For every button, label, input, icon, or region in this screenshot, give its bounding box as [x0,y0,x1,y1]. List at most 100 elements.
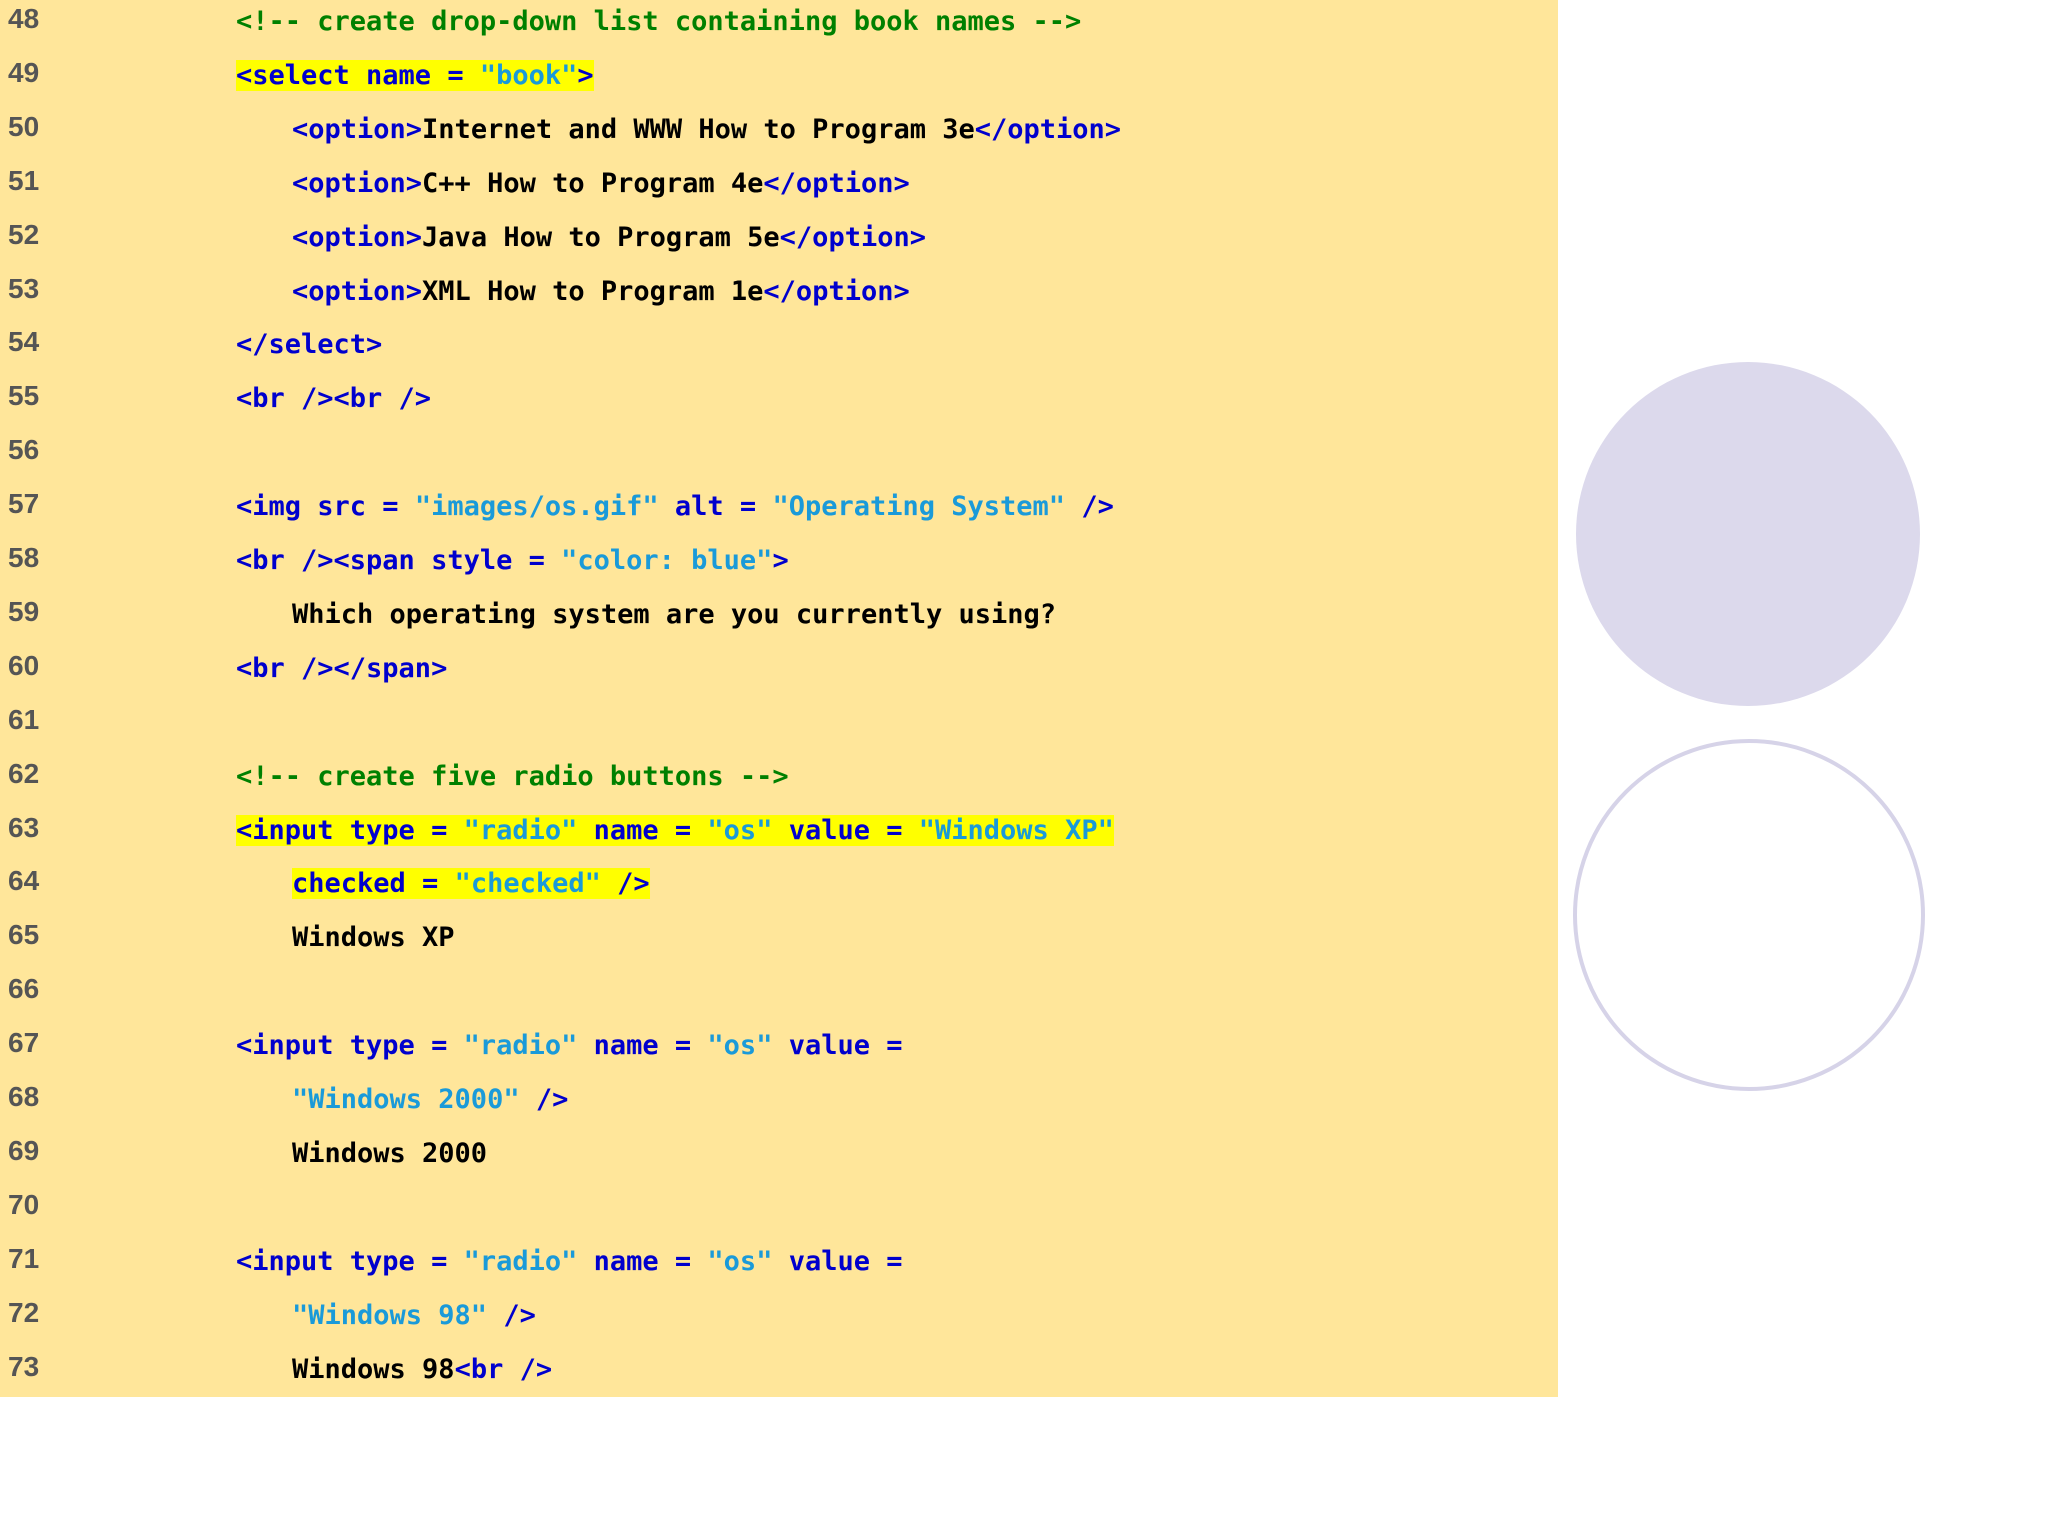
code-token: XML How to Program 1e [422,276,764,307]
code-token: name = [577,1246,708,1277]
code-line: 52 <option>Java How to Program 5e</option… [0,218,1558,272]
code-text: Windows 98<br /> [292,1353,552,1387]
line-number: 67 [8,1027,40,1058]
code-token: "os" [707,1246,773,1277]
line-number: 51 [8,165,40,196]
code-token: <br /><br /> [236,383,432,414]
code-token: <option> [292,222,423,253]
code-token: <br /><span style = [236,545,562,576]
code-token: C++ How to Program 4e [422,168,764,199]
code-text: <!-- create five radio buttons --> [236,760,789,794]
code-line: 53 <option>XML How to Program 1e</option> [0,272,1558,326]
line-number: 58 [8,542,40,573]
line-number: 59 [8,596,40,627]
code-line: 58 <br /><span style = "color: blue"> [0,541,1558,595]
code-text: <option>XML How to Program 1e</option> [292,275,910,309]
code-token: Java How to Program 5e [422,222,780,253]
code-line: 49 <select name = "book"> [0,56,1558,110]
code-token: Internet and WWW How to Program 3e [422,114,975,145]
code-token: Windows XP [292,922,455,953]
code-token: "Windows 2000" [292,1084,520,1115]
code-text: <img src = "images/os.gif" alt = "Operat… [236,490,1114,524]
code-line: 69 Windows 2000 [0,1134,1558,1188]
code-text: <input type = "radio" name = "os" value … [236,1029,903,1063]
code-text: <br /><br /> [236,382,431,416]
code-line: 51 <option>C++ How to Program 4e</option> [0,164,1558,218]
code-line: 63 <input type = "radio" name = "os" valu… [0,811,1558,865]
code-token: "Windows 98" [292,1300,488,1331]
code-line: 56 [0,433,1558,487]
code-token: </select> [236,329,383,360]
code-token: </option> [974,114,1122,145]
code-token: <!-- create drop-down list containing bo… [236,6,1082,37]
code-text: <option>Java How to Program 5e</option> [292,221,926,255]
code-token: <br /></span> [236,653,448,684]
code-line: 72 "Windows 98" /> [0,1296,1558,1350]
code-token: <select name = [236,60,480,91]
code-text: <!-- create drop-down list containing bo… [236,5,1081,39]
line-number: 68 [8,1081,40,1112]
code-token: <!-- create five radio buttons --> [236,761,789,792]
code-token: "Windows XP" [918,815,1114,846]
code-text: <br /></span> [236,652,447,686]
code-token: value = [772,1030,903,1061]
code-line: 50 <option>Internet and WWW How to Progra… [0,110,1558,164]
code-token: <br /> [454,1354,553,1385]
code-token: "radio" [463,1030,578,1061]
code-token: "radio" [463,1246,578,1277]
line-number: 72 [8,1297,40,1328]
code-line: 57 <img src = "images/os.gif" alt = "Oper… [0,487,1558,541]
line-number: 70 [8,1189,40,1220]
code-token: "os" [707,815,773,846]
code-text: </select> [236,328,382,362]
code-text: Windows 2000 [292,1137,487,1171]
line-number: 57 [8,488,40,519]
code-text: <br /><span style = "color: blue"> [236,544,789,578]
code-token: </option> [779,222,926,253]
line-number: 71 [8,1243,40,1274]
line-number: 63 [8,812,40,843]
code-text: <input type = "radio" name = "os" value … [236,1245,903,1279]
code-token: <option> [292,114,423,145]
line-number: 62 [8,758,40,789]
code-token: /> [519,1084,569,1115]
code-line: 73 Windows 98<br /> [0,1350,1558,1404]
code-token: <option> [292,168,423,199]
code-token: <input type = [236,1246,464,1277]
code-token: value = [772,815,919,846]
code-token: /> [1065,491,1114,522]
code-line: 60 <br /></span> [0,649,1558,703]
decorative-filled-circle [1576,362,1920,706]
line-number: 55 [8,380,40,411]
code-token: checked = [292,868,455,899]
code-text: Windows XP [292,921,455,955]
line-number: 48 [8,3,40,34]
code-token: > [577,60,594,91]
code-text: <option>C++ How to Program 4e</option> [292,167,910,201]
code-listing-panel: 48 <!-- create drop-down list containing … [0,0,1558,1397]
code-token: </option> [763,276,910,307]
code-text: <select name = "book"> [236,59,594,93]
code-line: 54 </select> [0,325,1558,379]
code-token: > [772,545,789,576]
code-token: "images/os.gif" [414,491,659,522]
code-text: "Windows 98" /> [292,1299,536,1333]
line-number: 56 [8,434,40,465]
code-token: Which operating system are you currently… [292,599,1057,630]
code-token: name = [577,815,708,846]
code-token: value = [772,1246,903,1277]
code-token: "radio" [463,815,578,846]
code-line: 64 checked = "checked" /> [0,864,1558,918]
code-token: <input type = [236,1030,464,1061]
code-line: 61 [0,703,1558,757]
code-line: 48 <!-- create drop-down list containing … [0,2,1558,56]
code-token: </option> [763,168,910,199]
code-token: "checked" [454,868,601,899]
code-text: <option>Internet and WWW How to Program … [292,113,1121,147]
code-line: 67 <input type = "radio" name = "os" valu… [0,1026,1558,1080]
line-number: 52 [8,219,40,250]
code-line: 55 <br /><br /> [0,379,1558,433]
line-number: 53 [8,273,40,304]
line-number: 60 [8,650,40,681]
code-token: <input type = [236,815,464,846]
